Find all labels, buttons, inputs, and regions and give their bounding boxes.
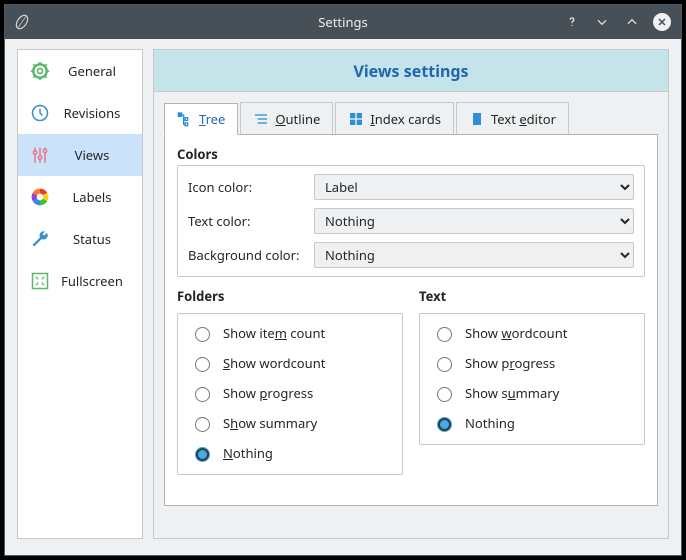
folders-title: Folders	[177, 287, 403, 305]
main-panel: Views settings Tree Outline Index cards	[153, 49, 669, 539]
bg-color-select[interactable]: Nothing	[314, 242, 634, 268]
fullscreen-icon	[30, 271, 50, 291]
text-option[interactable]: Show progress	[432, 354, 632, 372]
clock-icon	[30, 103, 50, 123]
radio-label: Show item count	[223, 324, 325, 342]
bg-color-label: Background color:	[188, 246, 308, 264]
outline-icon	[253, 111, 269, 127]
text-radio[interactable]	[437, 417, 452, 432]
text-option[interactable]: Show wordcount	[432, 324, 632, 342]
minimize-icon[interactable]	[593, 13, 611, 31]
folders-option[interactable]: Show wordcount	[190, 354, 390, 372]
text-option[interactable]: Show summary	[432, 384, 632, 402]
sidebar-item-status[interactable]: Status	[18, 218, 142, 260]
icon-color-label: Icon color:	[188, 178, 308, 196]
tab-text-editor[interactable]: Text editor	[456, 102, 569, 134]
sidebar-item-labels[interactable]: Labels	[18, 176, 142, 218]
text-color-label: Text color:	[188, 212, 308, 230]
radio-label: Show summary	[223, 414, 317, 432]
folders-radio[interactable]	[195, 417, 210, 432]
folders-radio[interactable]	[195, 447, 210, 462]
folders-option[interactable]: Show item count	[190, 324, 390, 342]
colors-box: Icon color: Label Text color: Nothing	[177, 165, 645, 277]
radio-label: Nothing	[465, 414, 515, 432]
panel-title: Views settings	[153, 49, 669, 91]
tabs: Tree Outline Index cards Text editor	[164, 102, 658, 134]
radio-label: Show wordcount	[465, 324, 567, 342]
text-radio[interactable]	[437, 387, 452, 402]
radio-label: Show progress	[465, 354, 555, 372]
sidebar-item-label: General	[60, 62, 142, 80]
sidebar-item-views[interactable]: Views	[18, 134, 142, 176]
panel-body: Tree Outline Index cards Text editor	[153, 91, 669, 539]
tab-label: Tree	[199, 110, 225, 128]
folders-radio[interactable]	[195, 327, 210, 342]
sidebar-item-fullscreen[interactable]: Fullscreen	[18, 260, 142, 302]
sidebar-item-label: Fullscreen	[60, 272, 142, 290]
tab-label: Index cards	[370, 110, 441, 128]
sidebar-item-label: Labels	[60, 188, 142, 206]
help-icon[interactable]	[563, 13, 581, 31]
sidebar-item-label: Views	[60, 146, 142, 164]
maximize-icon[interactable]	[623, 13, 641, 31]
gear-icon	[30, 61, 50, 81]
sidebar-item-label: Status	[60, 230, 142, 248]
window-controls	[563, 13, 671, 31]
sidebar-item-label: Revisions	[60, 104, 142, 122]
folders-option[interactable]: Show progress	[190, 384, 390, 402]
folders-radio[interactable]	[195, 387, 210, 402]
wrench-icon	[30, 229, 50, 249]
titlebar: Settings	[5, 5, 681, 39]
colors-title: Colors	[177, 145, 645, 163]
folders-radio[interactable]	[195, 357, 210, 372]
folders-radiogroup: Show item count Show wordcount Show progre…	[177, 313, 403, 475]
sidebar-item-general[interactable]: General	[18, 50, 142, 92]
grid-icon	[348, 111, 364, 127]
sidebar: General Revisions Views Labels	[17, 49, 143, 539]
folders-option[interactable]: Nothing	[190, 444, 390, 462]
app-icon	[13, 13, 31, 31]
folders-option[interactable]: Show summary	[190, 414, 390, 432]
text-option[interactable]: Nothing	[432, 414, 632, 432]
tree-icon	[177, 111, 193, 127]
tab-index-cards[interactable]: Index cards	[335, 102, 454, 134]
text-title: Text	[419, 287, 645, 305]
text-radio[interactable]	[437, 357, 452, 372]
document-icon	[469, 111, 485, 127]
sliders-icon	[30, 145, 50, 165]
radio-label: Show summary	[465, 384, 559, 402]
tab-tree[interactable]: Tree	[164, 103, 238, 135]
text-color-select[interactable]: Nothing	[314, 208, 634, 234]
radio-label: Show wordcount	[223, 354, 325, 372]
close-icon[interactable]	[653, 13, 671, 31]
tree-tab-page: Colors Icon color: Label Text color:	[164, 134, 658, 506]
tab-label: Text editor	[491, 110, 556, 128]
color-wheel-icon	[30, 187, 50, 207]
content-area: General Revisions Views Labels	[5, 39, 681, 555]
icon-color-select[interactable]: Label	[314, 174, 634, 200]
radio-label: Nothing	[223, 444, 273, 462]
text-radio[interactable]	[437, 327, 452, 342]
text-radiogroup: Show wordcount Show progress Show summary N…	[419, 313, 645, 445]
radio-label: Show progress	[223, 384, 313, 402]
sidebar-item-revisions[interactable]: Revisions	[18, 92, 142, 134]
tab-outline[interactable]: Outline	[240, 102, 333, 134]
tab-label: Outline	[275, 110, 320, 128]
settings-window: Settings General Revisions	[4, 4, 682, 556]
